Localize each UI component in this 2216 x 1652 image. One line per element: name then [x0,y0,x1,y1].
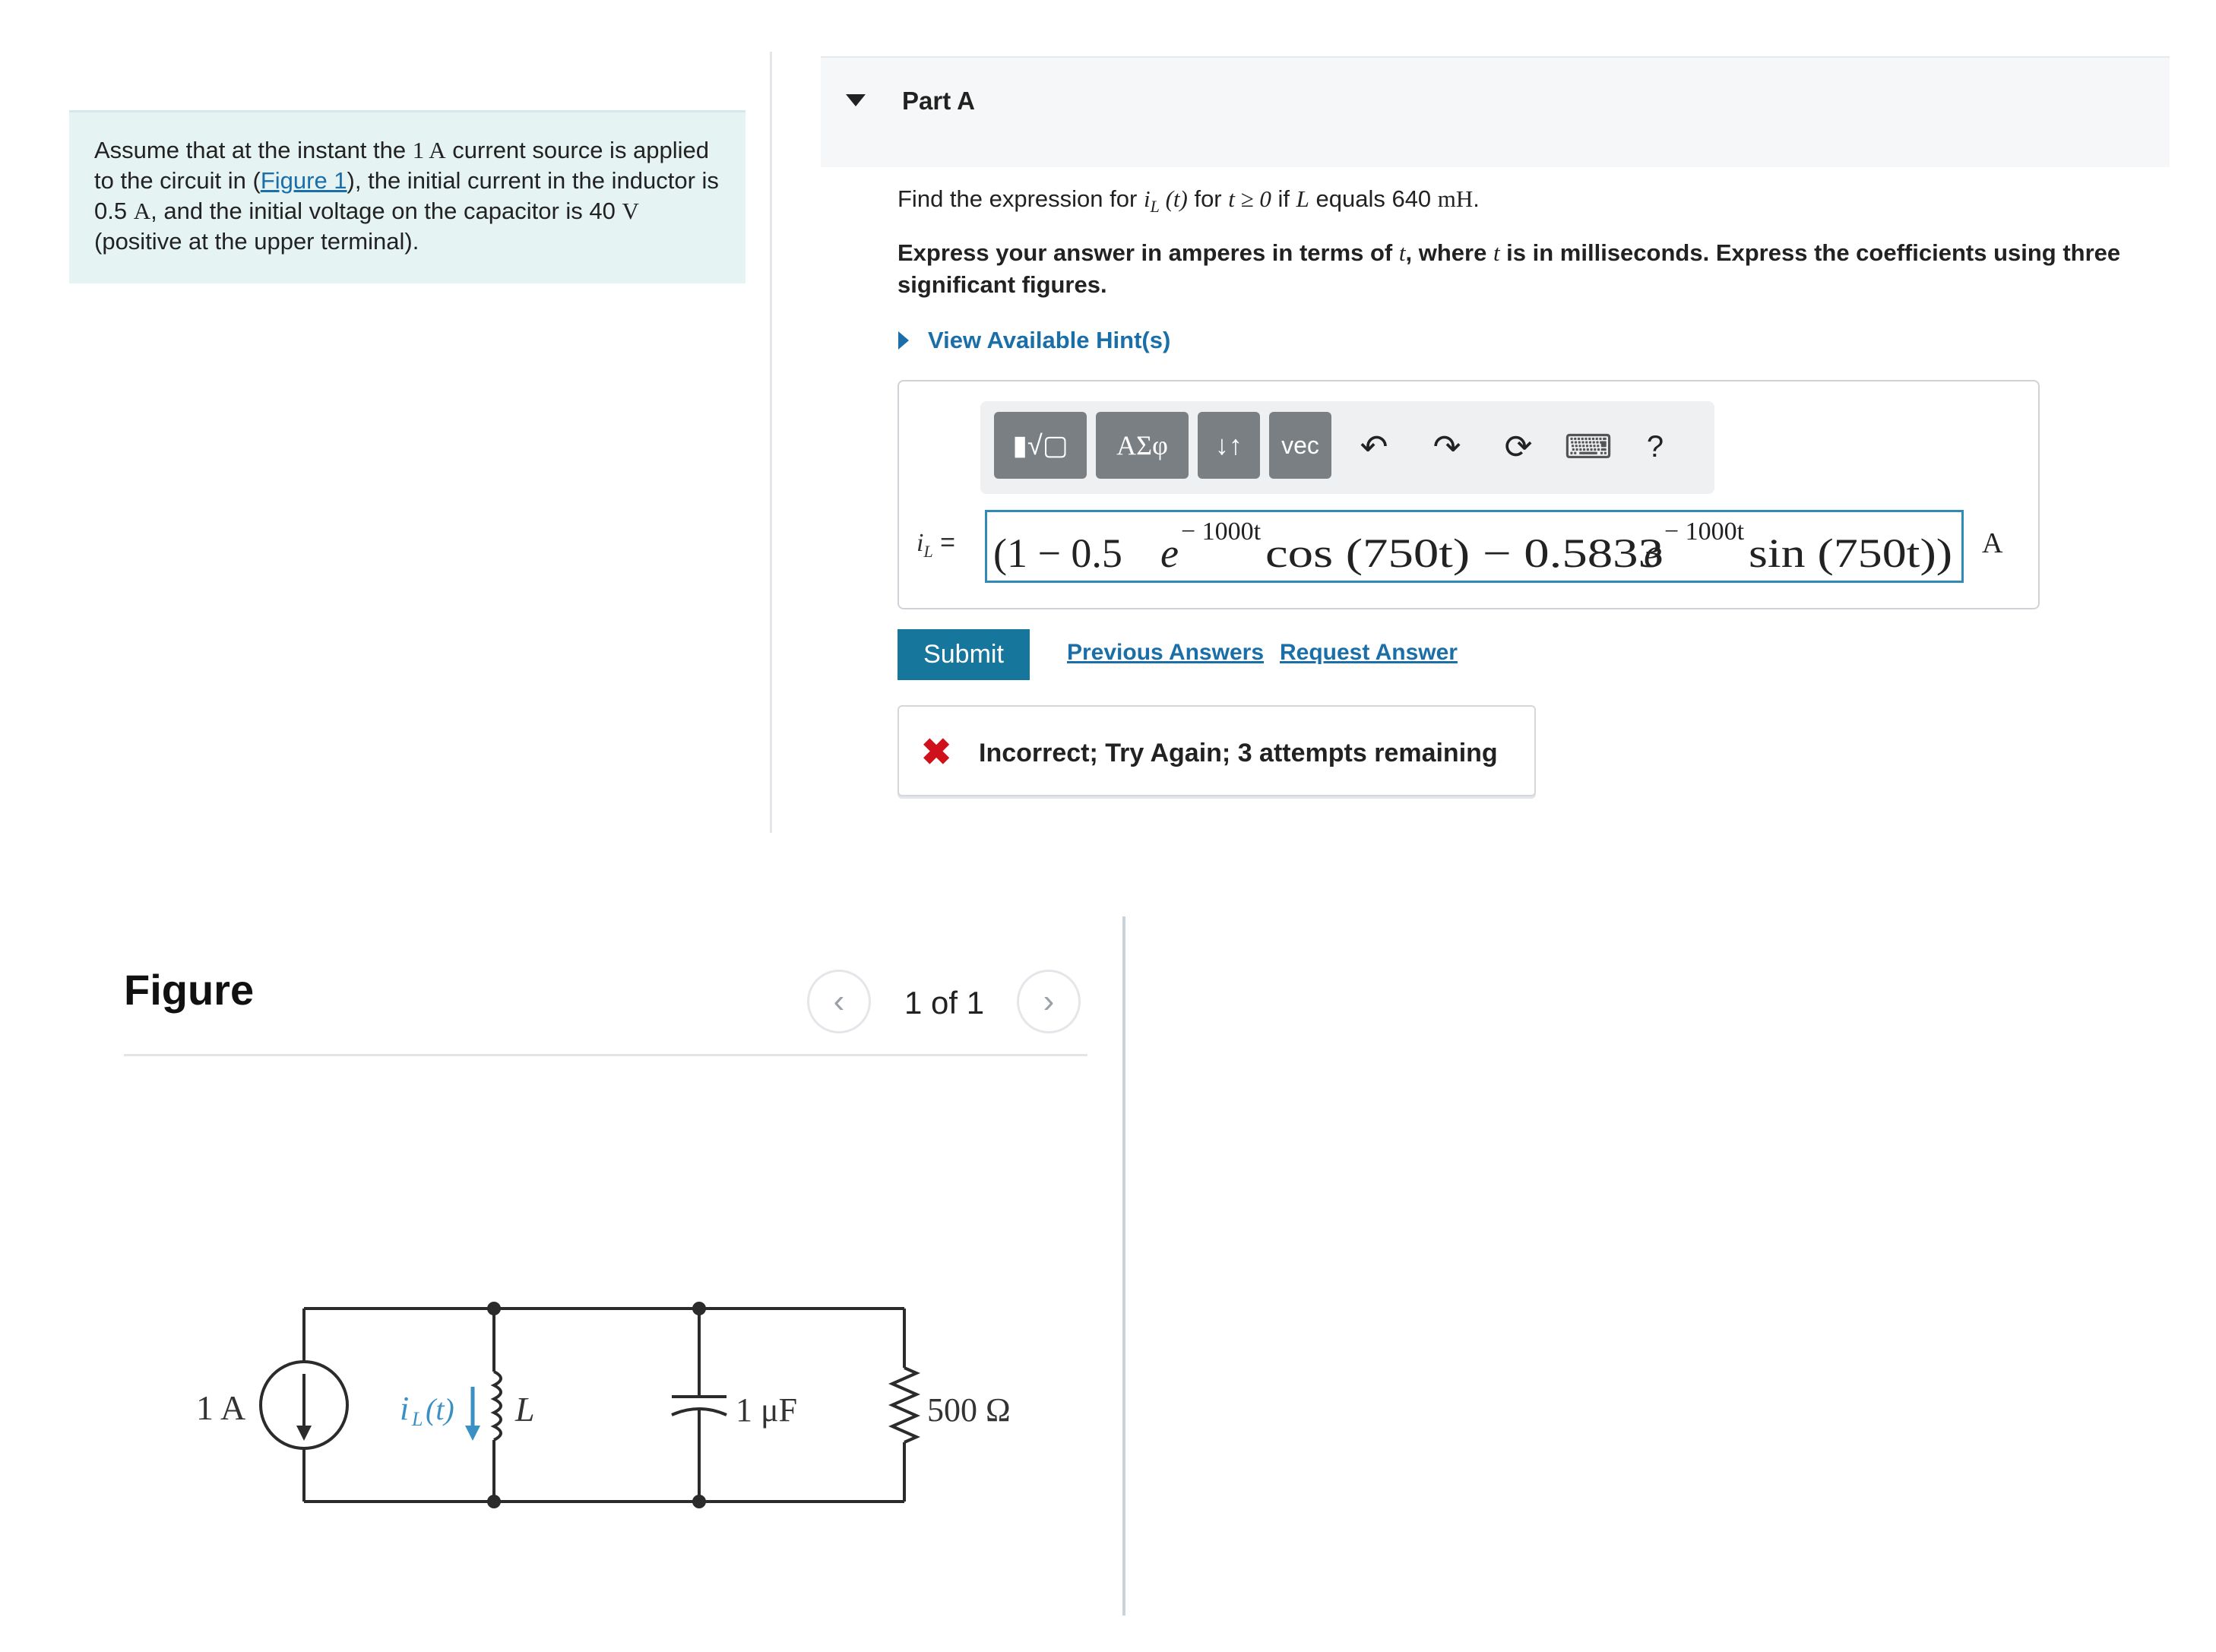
request-answer-link[interactable]: Request Answer [1280,640,1458,666]
inductor-current-label-sub: L [411,1408,423,1430]
collapse-caret-icon[interactable] [846,94,866,106]
keyboard-icon[interactable]: ⌨ [1564,424,1613,470]
help-icon[interactable]: ? [1632,424,1678,470]
figure-counter: 1 of 1 [904,985,985,1021]
undo-icon[interactable]: ↶ [1351,424,1397,470]
inductor-current-label-t: (t) [426,1392,454,1426]
hint-expand-icon[interactable] [898,331,909,350]
question-text: Find the expression for iL (t) for t ≥ 0… [897,185,1480,217]
node-top-capacitor [692,1302,706,1315]
node-bottom-inductor [487,1495,501,1508]
greek-letters-button[interactable]: ΑΣφ [1096,412,1189,479]
column-divider [770,52,772,833]
answer-expression: (1 − 0.5 e − 1000t cos (750t) − 0.5833 e… [993,517,1952,576]
node-top-inductor [487,1302,501,1315]
figure-header-rule [124,1054,1087,1056]
redo-icon[interactable]: ↷ [1424,424,1470,470]
problem-statement: Assume that at the instant the 1 A curre… [94,137,719,255]
answer-part-1: (1 − 0.5 [993,530,1122,576]
inductor-coil [490,1370,502,1442]
vector-button[interactable]: vec [1269,412,1331,479]
answer-part-3: sin (750t)) [1749,530,1952,576]
reset-icon[interactable]: ⟳ [1496,424,1541,470]
answer-exponent-1: − 1000t [1181,517,1262,546]
next-figure-button[interactable]: › [1017,970,1081,1033]
figure-title: Figure [124,966,255,1014]
inductor-label: L [514,1390,535,1429]
capacitor-label: 1 μF [736,1391,797,1429]
answer-instructions: Express your answer in amperes in terms … [897,239,2121,298]
submit-button[interactable]: Submit [897,629,1030,680]
incorrect-icon: ✖ [921,733,952,773]
previous-answers-link[interactable]: Previous Answers [1067,640,1264,666]
math-toolbar: ▮√▢ ΑΣφ ↓↑ vec ↶ ↷ ⟳ ⌨ ? [980,401,1714,494]
circuit-diagram: 1 A i L (t) L 1 μF 500 Ω [196,1302,1011,1508]
part-title: Part A [902,87,975,115]
inductor-current-label-var: i [400,1390,409,1427]
answer-input[interactable]: (1 − 0.5 e − 1000t cos (750t) − 0.5833 e… [985,510,1964,583]
answer-unit: A [1982,527,2003,559]
resistor-zigzag [888,1366,920,1444]
answer-exp-base-1: e [1160,530,1179,576]
figure-link[interactable]: Figure 1 [261,167,347,194]
resistor-label: 500 Ω [927,1391,1011,1429]
templates-button[interactable]: ▮√▢ [994,412,1087,479]
answer-exp-base-2: e [1644,530,1662,576]
part-header[interactable] [821,58,2170,167]
answer-variable-label: iL = [916,528,956,561]
source-arrow-head [296,1426,312,1441]
view-hints-link[interactable]: View Available Hint(s) [928,327,1170,354]
node-bottom-capacitor [692,1495,706,1508]
figure-panel-divider [1122,916,1125,1616]
feedback-text: Incorrect; Try Again; 3 attempts remaini… [979,739,1498,767]
answer-exponent-2: − 1000t [1664,517,1745,546]
previous-figure-button[interactable]: ‹ [807,970,871,1033]
source-label: 1 A [196,1388,245,1427]
arrows-button[interactable]: ↓↑ [1198,412,1260,479]
answer-part-2: cos (750t) − 0.5833 [1265,530,1664,576]
inductor-current-arrow-head [465,1426,480,1441]
